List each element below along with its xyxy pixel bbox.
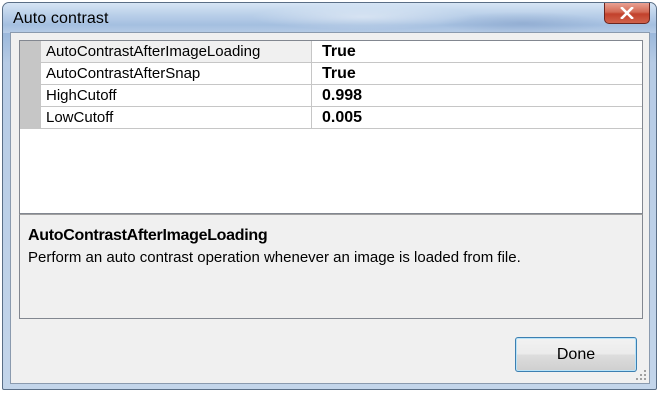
description-text: Perform an auto contrast operation whene… bbox=[28, 249, 521, 266]
window-title: Auto contrast bbox=[13, 10, 109, 27]
property-name[interactable]: LowCutoff bbox=[41, 107, 312, 129]
row-gutter bbox=[20, 85, 41, 107]
property-name[interactable]: AutoContrastAfterImageLoading bbox=[41, 41, 312, 63]
property-row[interactable]: LowCutoff 0.005 bbox=[20, 107, 642, 129]
dialog-content: AutoContrastAfterImageLoading True AutoC… bbox=[10, 32, 650, 384]
property-value[interactable]: 0.998 bbox=[312, 85, 642, 107]
property-value[interactable]: 0.005 bbox=[312, 107, 642, 129]
property-name[interactable]: HighCutoff bbox=[41, 85, 312, 107]
close-button[interactable] bbox=[604, 3, 650, 24]
description-panel: AutoContrastAfterImageLoading Perform an… bbox=[19, 214, 643, 319]
row-gutter bbox=[20, 63, 41, 85]
property-value[interactable]: True bbox=[312, 41, 642, 63]
row-gutter bbox=[20, 41, 41, 63]
done-button[interactable]: Done bbox=[515, 337, 637, 372]
title-bar[interactable]: Auto contrast bbox=[3, 3, 656, 33]
row-gutter bbox=[20, 107, 41, 129]
property-row[interactable]: HighCutoff 0.998 bbox=[20, 85, 642, 107]
property-value[interactable]: True bbox=[312, 63, 642, 85]
property-row[interactable]: AutoContrastAfterImageLoading True bbox=[20, 41, 642, 63]
property-row[interactable]: AutoContrastAfterSnap True bbox=[20, 63, 642, 85]
description-title: AutoContrastAfterImageLoading bbox=[28, 227, 268, 244]
resize-grip-icon[interactable] bbox=[635, 369, 647, 381]
dialog-window: Auto contrast AutoContrastAfterImageLoad… bbox=[2, 2, 657, 390]
close-icon bbox=[620, 7, 634, 19]
property-name[interactable]: AutoContrastAfterSnap bbox=[41, 63, 312, 85]
property-grid[interactable]: AutoContrastAfterImageLoading True AutoC… bbox=[19, 40, 643, 214]
